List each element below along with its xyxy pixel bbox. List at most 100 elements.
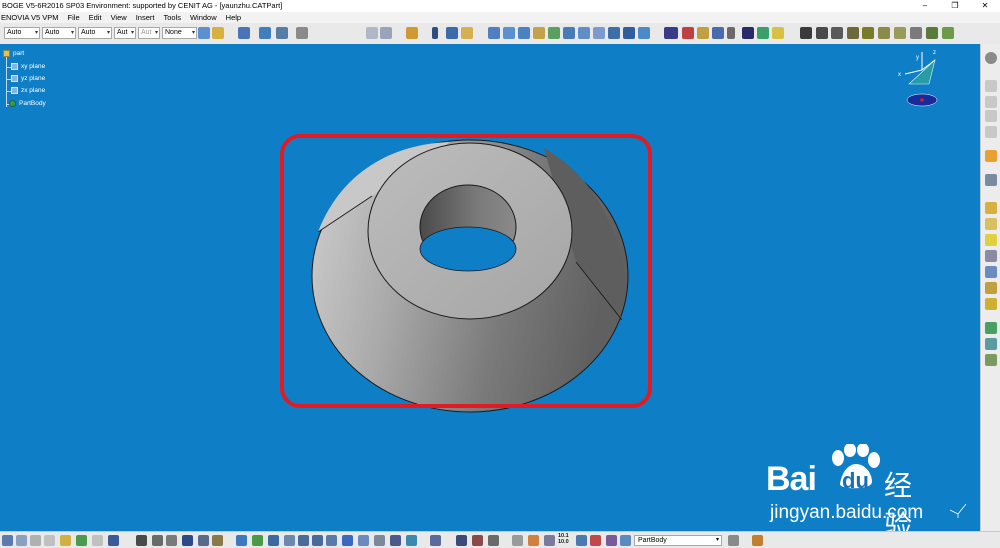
mesh-icon[interactable]: [430, 535, 441, 546]
table-icon[interactable]: [182, 535, 193, 546]
offset-icon[interactable]: [608, 27, 620, 39]
annotation-icon[interactable]: [772, 27, 784, 39]
mirror-icon[interactable]: [985, 338, 997, 350]
zoom-in-icon[interactable]: [298, 535, 309, 546]
swap-visible-icon[interactable]: [259, 27, 271, 39]
iso-icon[interactable]: [358, 535, 369, 546]
top-view-icon[interactable]: [862, 27, 874, 39]
transparency-combo[interactable]: Auto ▾: [42, 27, 76, 39]
line-thickness-combo[interactable]: Auto ▾: [78, 27, 112, 39]
sun-icon[interactable]: [528, 535, 539, 546]
database-icon[interactable]: [576, 535, 587, 546]
rotate-view-icon[interactable]: [268, 535, 279, 546]
close-button[interactable]: ✕: [970, 0, 1000, 12]
paste-icon[interactable]: [60, 535, 71, 546]
left-view-icon[interactable]: [831, 27, 843, 39]
groove-icon[interactable]: [985, 126, 997, 138]
healing-icon[interactable]: [638, 27, 650, 39]
fit-all-icon[interactable]: [236, 535, 247, 546]
painter-icon[interactable]: [198, 27, 210, 39]
swap-space-icon[interactable]: [406, 535, 417, 546]
menu-file[interactable]: File: [68, 12, 80, 23]
cut-icon[interactable]: [30, 535, 41, 546]
remove-face-icon[interactable]: [985, 298, 997, 310]
scissor-icon[interactable]: [590, 535, 601, 546]
hide-show-icon[interactable]: [390, 535, 401, 546]
multi-view-icon[interactable]: [342, 535, 353, 546]
extrude-icon[interactable]: [533, 27, 545, 39]
tree-item-xy-plane[interactable]: xy plane: [11, 62, 45, 72]
pad-icon[interactable]: [985, 80, 997, 92]
edit-icon[interactable]: [606, 535, 617, 546]
edges-icon[interactable]: [926, 27, 938, 39]
tree-item-yz-plane[interactable]: yz plane: [11, 74, 45, 84]
wireframe-icon[interactable]: [942, 27, 954, 39]
thickness-icon[interactable]: [985, 266, 997, 278]
copy-icon[interactable]: [44, 535, 55, 546]
layer-combo[interactable]: None ▾: [162, 27, 197, 39]
print-icon[interactable]: [16, 535, 27, 546]
loft-icon[interactable]: [578, 27, 590, 39]
gear-icon[interactable]: [985, 52, 997, 64]
brush-icon[interactable]: [212, 27, 224, 39]
refresh-icon[interactable]: [76, 535, 87, 546]
sweep-icon[interactable]: [563, 27, 575, 39]
tree-item-part[interactable]: part: [3, 49, 24, 59]
iso-view-icon[interactable]: [894, 27, 906, 39]
shaft-icon[interactable]: [985, 110, 997, 122]
shell-icon[interactable]: [985, 250, 997, 262]
point-icon[interactable]: [432, 27, 438, 39]
paint-icon[interactable]: [752, 535, 763, 546]
front-view-icon[interactable]: [800, 27, 812, 39]
color-combo[interactable]: Auto ▾: [4, 27, 40, 39]
help-icon[interactable]: [108, 535, 119, 546]
view-icon[interactable]: [238, 27, 250, 39]
grid-icon[interactable]: [276, 27, 288, 39]
draft-icon[interactable]: [985, 234, 997, 246]
comment-icon[interactable]: [152, 535, 163, 546]
zoom-out-icon[interactable]: [312, 535, 323, 546]
sketch-icon[interactable]: [985, 174, 997, 186]
restore-button[interactable]: ❐: [940, 0, 970, 12]
chamfer-icon[interactable]: [985, 218, 997, 230]
split-icon[interactable]: [682, 27, 694, 39]
menu-insert[interactable]: Insert: [136, 12, 155, 23]
undo-icon[interactable]: [503, 27, 515, 39]
tools-icon[interactable]: [512, 535, 523, 546]
pocket-icon[interactable]: [985, 96, 997, 108]
line-icon[interactable]: [446, 27, 458, 39]
snap-icon[interactable]: [296, 27, 308, 39]
macro-icon[interactable]: [212, 535, 223, 546]
right-view-icon[interactable]: [847, 27, 859, 39]
shading-icon[interactable]: [910, 27, 922, 39]
join-icon[interactable]: [623, 27, 635, 39]
work-object-icon[interactable]: [620, 535, 631, 546]
rotate-icon[interactable]: [488, 27, 500, 39]
menu-enovia[interactable]: ENOVIA V5 VPM: [1, 12, 59, 23]
trim-icon[interactable]: [697, 27, 709, 39]
revolve-icon[interactable]: [548, 27, 560, 39]
bottom-view-icon[interactable]: [878, 27, 890, 39]
menu-edit[interactable]: Edit: [89, 12, 102, 23]
lock-icon[interactable]: [488, 535, 499, 546]
save-icon[interactable]: [2, 535, 13, 546]
clip-icon[interactable]: [472, 535, 483, 546]
axis-system-icon[interactable]: [544, 535, 555, 546]
pan-icon[interactable]: [252, 535, 263, 546]
fill-icon[interactable]: [518, 27, 530, 39]
sketcher-icon[interactable]: [406, 27, 418, 39]
line-type-combo[interactable]: Aut ▾: [114, 27, 136, 39]
measure-icon[interactable]: [166, 535, 177, 546]
fillet-icon[interactable]: [985, 202, 997, 214]
select-arrow-icon[interactable]: [985, 150, 997, 162]
normal-view-icon[interactable]: [326, 535, 337, 546]
current-body-combo[interactable]: PartBody ▾: [634, 535, 722, 546]
menu-help[interactable]: Help: [226, 12, 241, 23]
minimize-button[interactable]: –: [910, 0, 940, 12]
boundary-icon[interactable]: [712, 27, 724, 39]
formula-icon[interactable]: [136, 535, 147, 546]
transform-icon[interactable]: [985, 322, 997, 334]
menu-window[interactable]: Window: [190, 12, 217, 23]
spline-icon[interactable]: [757, 27, 769, 39]
menu-tools[interactable]: Tools: [163, 12, 181, 23]
